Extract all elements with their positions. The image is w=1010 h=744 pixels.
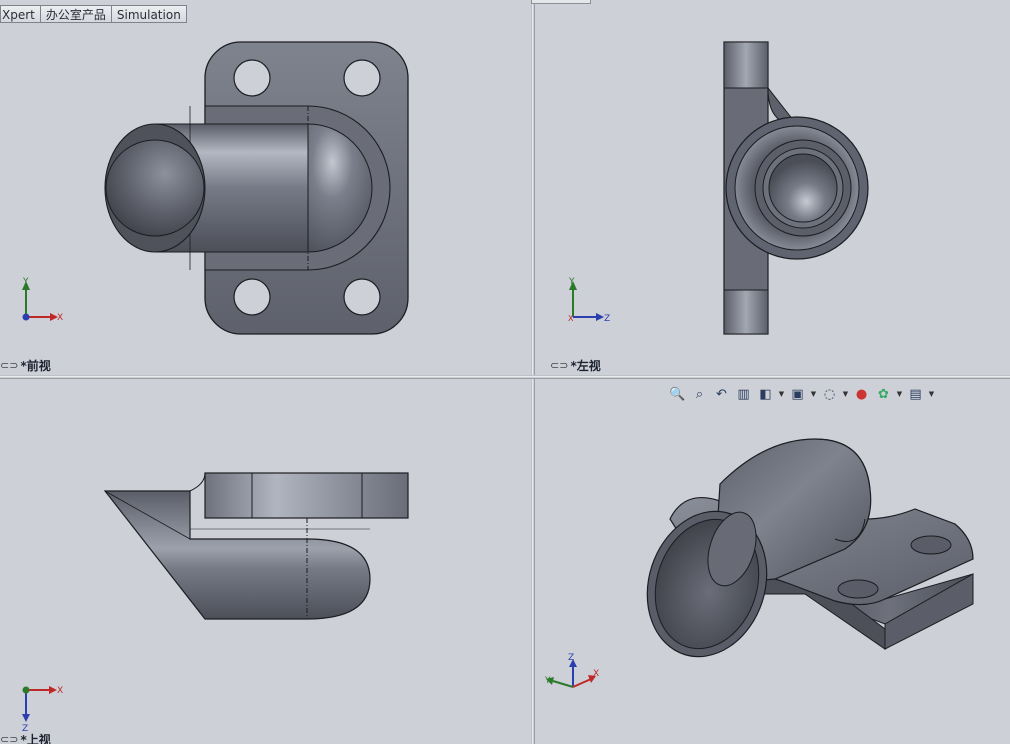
tab-simulation[interactable]: Simulation [111,5,187,23]
isometric-viewport[interactable]: 🔍 ⌕ ↶ ▥ ◧ ▼ ▣ ▼ ◌ ▼ ● ✿ ▼ ▤ ▼ Z Y X [535,379,1010,744]
view-name: *上视 [20,733,51,744]
axis-label-y: Y [22,277,29,287]
top-axis-triad: X Z [22,686,63,734]
axis-label-z: Z [568,653,574,663]
view-name: *前视 [20,359,51,373]
axis-label-y: Y [568,277,575,287]
top-viewport[interactable]: X Z ⊂⊃ *上视 [0,379,531,744]
axis-label-y: Y [544,676,551,686]
axis-label-x: X [568,314,574,323]
task-pane-tabs: Xpert 办公室产品 Simulation [0,5,187,24]
tab-office-products[interactable]: 办公室产品 [40,5,112,23]
left-viewport[interactable]: Y Z X ⊂⊃ *左视 [535,0,1010,375]
front-viewport[interactable]: Y X ⊂⊃ *前视 [0,0,531,375]
axis-label-x: X [593,669,599,679]
top-view-label: ⊂⊃ *上视 [0,731,51,744]
front-view-label: ⊂⊃ *前视 [0,357,51,374]
link-icon: ⊂⊃ [0,733,19,744]
left-axis-triad: Y Z X [568,277,610,324]
left-view-label: ⊂⊃ *左视 [550,357,601,374]
horizontal-viewport-splitter[interactable] [0,375,1010,379]
vertical-viewport-splitter[interactable] [531,0,535,744]
tab-xpert[interactable]: Xpert [0,5,41,23]
link-icon: ⊂⊃ [0,359,19,372]
front-axis-triad: Y X [22,277,63,323]
axis-label-x: X [57,313,63,323]
axis-label-x: X [57,686,63,696]
link-icon: ⊂⊃ [550,359,569,372]
view-name: *左视 [570,359,601,373]
axis-label-z: Z [604,314,610,324]
splitter-handle[interactable] [531,0,591,4]
iso-axis-triad: Z Y X [544,653,599,688]
